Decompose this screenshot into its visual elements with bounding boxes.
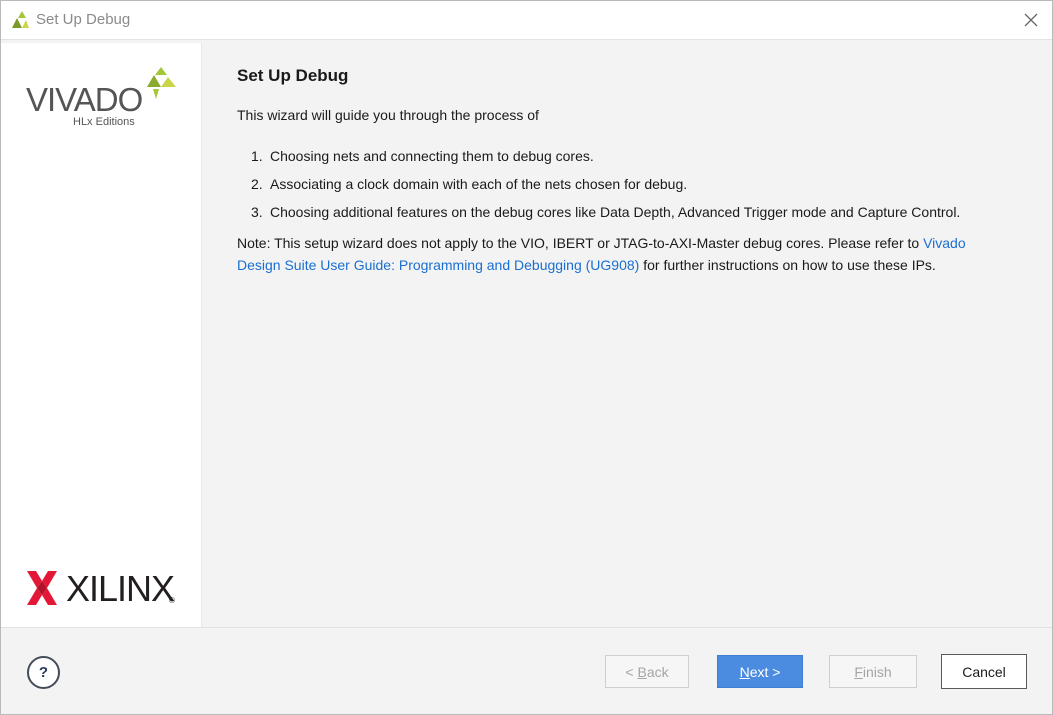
- back-button[interactable]: < Back: [605, 655, 689, 688]
- wizard-content: Set Up Debug This wizard will guide you …: [237, 66, 1027, 276]
- vivado-logo-text: VIVADO: [26, 81, 143, 118]
- step-text: Associating a clock domain with each of …: [270, 176, 688, 192]
- help-icon: ?: [38, 664, 49, 681]
- next-rest: ext >: [749, 664, 781, 680]
- window-title: Set Up Debug: [36, 11, 131, 28]
- vivado-leaf-icon: [12, 11, 29, 28]
- back-rest: ack: [646, 664, 669, 680]
- step-text: Choosing nets and connecting them to deb…: [270, 148, 594, 164]
- intro-text: This wizard will guide you through the p…: [237, 107, 539, 123]
- list-item: 3. Choosing additional features on the de…: [251, 198, 1027, 226]
- vivado-leaf-logo-icon: [147, 67, 176, 99]
- wizard-sidebar: VIVADO HLx Editions XILINX ®: [1, 43, 202, 627]
- note-prefix: Note: This setup wizard does not apply t…: [237, 235, 924, 251]
- cancel-button[interactable]: Cancel: [941, 654, 1027, 689]
- note-suffix: for further instructions on how to use t…: [639, 257, 936, 273]
- xilinx-x-icon: [27, 571, 57, 605]
- title-bar: Set Up Debug: [1, 1, 1052, 40]
- step-number: 1.: [251, 148, 263, 164]
- step-number: 3.: [251, 204, 263, 220]
- page-title: Set Up Debug: [237, 66, 349, 85]
- next-mnemonic: N: [739, 664, 750, 680]
- finish-button[interactable]: Finish: [829, 655, 917, 688]
- close-icon[interactable]: [1022, 11, 1040, 29]
- list-item: 1. Choosing nets and connecting them to d…: [251, 142, 1027, 170]
- note-text: Note: This setup wizard does not apply t…: [237, 232, 1007, 276]
- vivado-logo: VIVADO HLx Editions: [1, 43, 201, 128]
- step-number: 2.: [251, 176, 263, 192]
- back-prefix: <: [625, 664, 638, 680]
- back-mnemonic: B: [637, 664, 647, 680]
- vivado-edition-text: HLx Editions: [73, 116, 135, 128]
- finish-rest: inish: [862, 664, 892, 680]
- next-button[interactable]: Next >: [717, 655, 803, 688]
- setup-debug-window: Set Up Debug VIVADO HLx Editions XILINX …: [0, 0, 1053, 715]
- help-button[interactable]: ?: [27, 656, 60, 689]
- step-text: Choosing additional features on the debu…: [270, 204, 961, 220]
- steps-list: 1. Choosing nets and connecting them to d…: [237, 142, 1027, 226]
- list-item: 2. Associating a clock domain with each o…: [251, 170, 1027, 198]
- finish-mnemonic: F: [854, 664, 863, 680]
- xilinx-registered-mark: ®: [169, 596, 175, 605]
- wizard-footer: ? < Back Next > Finish Cancel: [1, 627, 1052, 714]
- xilinx-logo-text: XILINX: [66, 568, 175, 609]
